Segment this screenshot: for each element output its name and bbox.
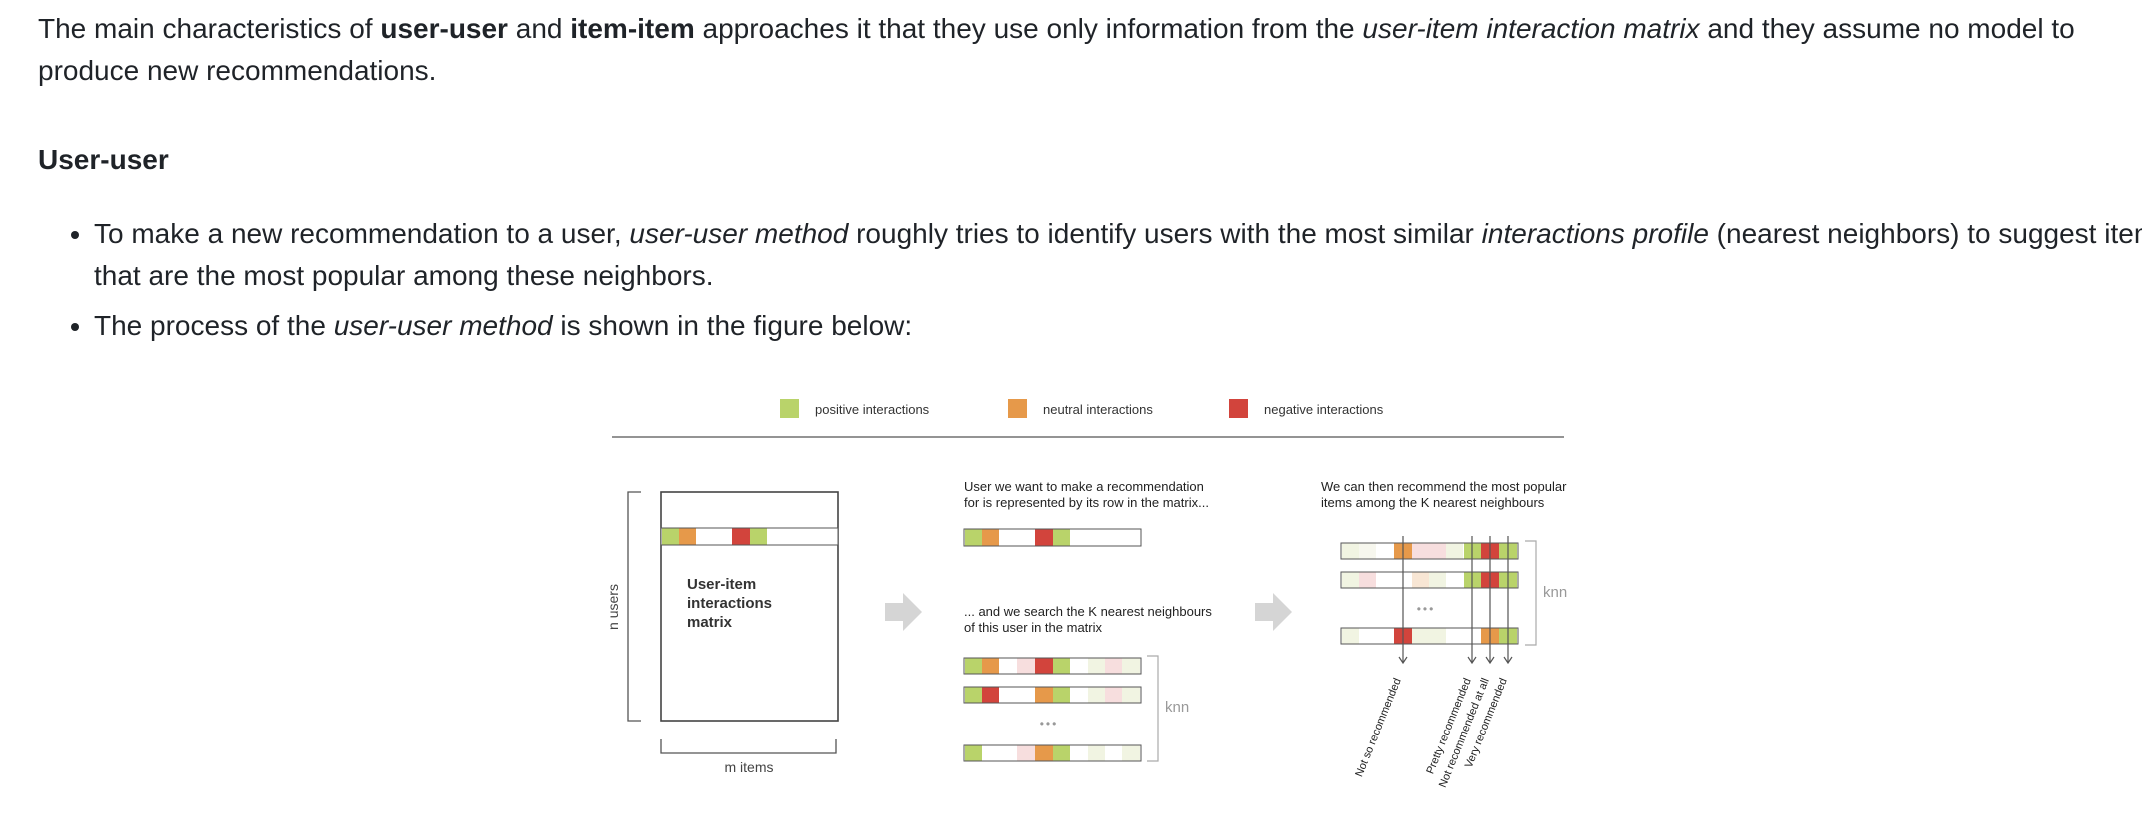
arrow-down-icon (1467, 536, 1477, 665)
user-user-diagram: positive interactions neutral interactio… (605, 399, 1570, 790)
bullet-2-italic-1: user-user method (333, 310, 553, 341)
arrow-down-icon (1398, 536, 1408, 665)
intro-paragraph: The main characteristics of user-user an… (38, 8, 2118, 92)
recommendation-labels: Not so recommended Pretty recommended No… (1353, 677, 1510, 790)
intro-text-2: and (507, 13, 571, 44)
knn-caption-line-1: ... and we search the K nearest neighbou… (964, 604, 1212, 619)
n-users-label: n users (605, 584, 621, 630)
intro-text-3: approaches it that they use only informa… (694, 13, 1363, 44)
target-user-row (963, 528, 1142, 547)
m-items-label: m items (725, 759, 774, 775)
label-not-so-recommended: Not so recommended (1353, 677, 1404, 779)
matrix-title: User-item interactions matrix (687, 576, 776, 631)
intro-bold-user-user: user-user (380, 13, 508, 44)
ellipsis-dots: ••• (1417, 602, 1436, 616)
knn-label: knn (1543, 584, 1567, 601)
target-user-panel: User we want to make a recommendation fo… (963, 479, 1216, 762)
matrix-title-line-3: matrix (687, 614, 733, 631)
bullet-1-italic-2: interactions profile (1481, 218, 1709, 249)
recommendation-caption: We can then recommend the most popular i… (1321, 479, 1570, 510)
label-very-recommended: Very recommended (1463, 677, 1510, 770)
legend-neutral-swatch (1008, 399, 1027, 418)
arrow-right-icon (885, 593, 922, 631)
legend-negative-swatch (1229, 399, 1248, 418)
recommendation-caption-line-2: items among the K nearest neighbours (1321, 495, 1545, 510)
legend: positive interactions neutral interactio… (780, 399, 1384, 418)
matrix-title-line-1: User-item (687, 576, 756, 593)
bullet-list: To make a new recommendation to a user, … (38, 213, 2142, 355)
bullet-item-1: To make a new recommendation to a user, … (94, 213, 2142, 297)
legend-neutral-label: neutral interactions (1043, 402, 1153, 417)
target-caption-line-2: for is represented by its row in the mat… (964, 495, 1209, 510)
bullet-1-text-2: roughly tries to identify users with the… (848, 218, 1482, 249)
legend-positive-label: positive interactions (815, 402, 930, 417)
n-users-bracket (627, 491, 641, 722)
knn-label: knn (1165, 699, 1189, 716)
bullet-2-text-2: is shown in the figure below: (552, 310, 913, 341)
bullet-2-text-1: The process of the (94, 310, 334, 341)
neighbour-row (963, 744, 1142, 762)
label-not-recommended-at-all: Not recommended at all (1437, 677, 1492, 790)
bullet-1-italic-1: user-user method (629, 218, 849, 249)
intro-italic-matrix: user-item interaction matrix (1362, 13, 1700, 44)
arrow-down-icon (1485, 536, 1495, 665)
knn-row (1340, 571, 1519, 589)
target-user-caption: User we want to make a recommendation fo… (964, 479, 1209, 510)
legend-positive-swatch (780, 399, 799, 418)
matrix-title-line-2: interactions (687, 595, 772, 612)
knn-bracket (1147, 655, 1159, 762)
matrix-box (660, 491, 839, 722)
intro-text-1: The main characteristics of (38, 13, 381, 44)
matrix-highlighted-row (660, 527, 839, 546)
label-pretty-recommended: Pretty recommended (1424, 677, 1473, 776)
intro-bold-item-item: item-item (570, 13, 695, 44)
recommendation-caption-line-1: We can then recommend the most popular (1321, 479, 1567, 494)
column-arrows (1398, 536, 1513, 665)
knn-row (1340, 627, 1519, 645)
knn-bracket (1525, 540, 1537, 646)
arrow-right-icon (1255, 593, 1292, 631)
ellipsis-dots: ••• (1040, 717, 1059, 731)
bullet-1-text-1: To make a new recommendation to a user, (94, 218, 630, 249)
bullet-item-2: The process of the user-user method is s… (94, 305, 2142, 347)
knn-row (1340, 542, 1519, 560)
recommendation-panel: We can then recommend the most popular i… (1321, 479, 1570, 790)
neighbour-row (963, 657, 1142, 675)
neighbour-row (963, 686, 1142, 704)
knn-caption-line-2: of this user in the matrix (964, 620, 1102, 635)
section-heading: User-user (38, 144, 169, 175)
arrow-down-icon (1503, 536, 1513, 665)
knn-search-caption: ... and we search the K nearest neighbou… (964, 604, 1216, 635)
user-item-matrix: n users User-item interactions matrix m … (605, 491, 839, 775)
target-caption-line-1: User we want to make a recommendation (964, 479, 1204, 494)
m-items-bracket (660, 739, 837, 754)
legend-negative-label: negative interactions (1264, 402, 1384, 417)
